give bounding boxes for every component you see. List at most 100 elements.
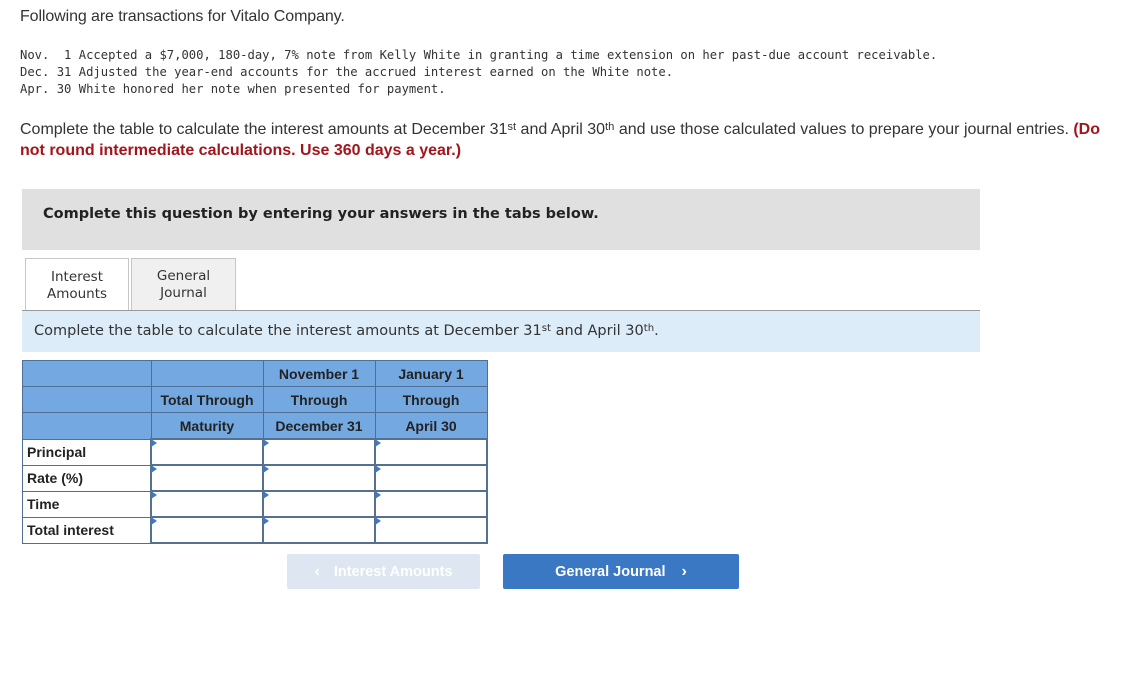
input-marker-icon (263, 491, 269, 499)
header-row: Maturity December 31 April 30 (22, 412, 488, 440)
header-cell: December 31 (262, 412, 376, 440)
row-label: Time (22, 490, 152, 518)
intro-text: Following are transactions for Vitalo Co… (20, 8, 345, 25)
instructions-text: and April 30 (516, 121, 606, 138)
principal-nov-dec-input-cell[interactable] (262, 438, 376, 466)
time-total-input-cell[interactable] (150, 490, 264, 518)
rate-total-input[interactable] (152, 466, 262, 490)
rate-total-input-cell[interactable] (150, 464, 264, 492)
next-tab-button[interactable]: General Journal › (503, 554, 739, 589)
principal-total-input[interactable] (152, 440, 262, 464)
transaction-month: Dec. (20, 65, 50, 79)
interest-nov-dec-input[interactable] (264, 518, 374, 542)
transaction-day: 31 (56, 65, 72, 79)
next-tab-button-label: General Journal (555, 563, 666, 580)
transaction-day: 30 (56, 82, 72, 96)
instructions-text: Complete the table to calculate the inte… (20, 121, 508, 138)
transaction-month: Nov. (20, 48, 50, 62)
header-cell: Total Through (150, 386, 264, 413)
header-cell: January 1 (374, 360, 488, 387)
header-row: November 1 January 1 (22, 360, 488, 387)
tab-label: Journal (160, 284, 207, 301)
ordinal-suffix: th (605, 121, 615, 134)
input-marker-icon (151, 517, 157, 525)
principal-jan-apr-input[interactable] (376, 440, 486, 464)
tab-label: Interest (50, 268, 104, 285)
transaction-day: 1 (56, 48, 72, 62)
rate-jan-apr-input-cell[interactable] (374, 464, 488, 492)
transaction-text: Adjusted the year-end accounts for the a… (78, 65, 674, 79)
ordinal-suffix: st (507, 121, 517, 134)
chevron-left-icon: ‹ (314, 562, 320, 580)
transaction-row: Dec. 31 Adjusted the year-end accounts f… (20, 64, 937, 81)
time-nov-dec-input[interactable] (264, 492, 374, 516)
time-nov-dec-input-cell[interactable] (262, 490, 376, 518)
time-total-input[interactable] (152, 492, 262, 516)
transaction-text: Accepted a $7,000, 180-day, 7% note from… (78, 48, 938, 62)
interest-total-input[interactable] (152, 518, 262, 542)
row-label: Rate (%) (22, 464, 152, 492)
tab-interest-amounts[interactable]: Interest Amounts (25, 258, 129, 312)
transaction-row: Nov. 1 Accepted a $7,000, 180-day, 7% no… (20, 47, 937, 64)
interest-jan-apr-input-cell[interactable] (374, 516, 488, 544)
input-marker-icon (375, 491, 381, 499)
transaction-month: Apr. (20, 82, 50, 96)
header-cell (22, 386, 152, 413)
instructions: Complete the table to calculate the inte… (20, 119, 1100, 161)
header-cell (22, 360, 152, 387)
tab-label: Amounts (46, 285, 108, 302)
ordinal-suffix: st (541, 323, 552, 335)
table-row-principal: Principal (22, 438, 488, 466)
tab-label: General (156, 267, 211, 284)
principal-total-input-cell[interactable] (150, 438, 264, 466)
rate-jan-apr-input[interactable] (376, 466, 486, 490)
rate-nov-dec-input-cell[interactable] (262, 464, 376, 492)
input-marker-icon (151, 465, 157, 473)
row-label: Principal (22, 438, 152, 466)
header-cell: April 30 (374, 412, 488, 440)
input-marker-icon (375, 439, 381, 447)
header-cell (22, 412, 152, 440)
interest-nov-dec-input-cell[interactable] (262, 516, 376, 544)
header-row: Total Through Through Through (22, 386, 488, 413)
interest-total-input-cell[interactable] (150, 516, 264, 544)
table-row-rate: Rate (%) (22, 464, 488, 492)
principal-jan-apr-input-cell[interactable] (374, 438, 488, 466)
input-marker-icon (375, 517, 381, 525)
table-row-time: Time (22, 490, 488, 518)
row-label: Total interest (22, 516, 152, 544)
instructions-text: and use those calculated values to prepa… (614, 121, 1074, 138)
prev-tab-button[interactable]: ‹ Interest Amounts (287, 554, 480, 589)
ordinal-suffix: th (643, 323, 655, 335)
input-marker-icon (151, 491, 157, 499)
transactions-list: Nov. 1 Accepted a $7,000, 180-day, 7% no… (20, 47, 937, 98)
input-marker-icon (263, 465, 269, 473)
input-marker-icon (263, 439, 269, 447)
interest-table: November 1 January 1 Total Through Throu… (22, 360, 488, 544)
question-box: Complete this question by entering your … (22, 189, 980, 250)
transaction-row: Apr. 30 White honored her note when pres… (20, 81, 937, 98)
question-box-text: Complete this question by entering your … (43, 206, 599, 222)
header-cell (150, 360, 264, 387)
tab-general-journal[interactable]: General Journal (131, 258, 236, 310)
time-jan-apr-input[interactable] (376, 492, 486, 516)
header-cell: Through (262, 386, 376, 413)
table-row-total-interest: Total interest (22, 516, 488, 544)
header-cell: Through (374, 386, 488, 413)
input-marker-icon (151, 439, 157, 447)
input-marker-icon (263, 517, 269, 525)
transaction-text: White honored her note when presented fo… (78, 82, 446, 96)
input-marker-icon (375, 465, 381, 473)
prev-tab-button-label: Interest Amounts (333, 563, 453, 580)
time-jan-apr-input-cell[interactable] (374, 490, 488, 518)
chevron-right-icon: › (681, 562, 687, 580)
header-cell: November 1 (262, 360, 376, 387)
principal-nov-dec-input[interactable] (264, 440, 374, 464)
tab-instruction-text: . (654, 323, 659, 339)
header-cell: Maturity (150, 412, 264, 440)
tab-instruction-text: Complete the table to calculate the inte… (34, 323, 542, 339)
rate-nov-dec-input[interactable] (264, 466, 374, 490)
tab-instruction-text: and April 30 (551, 323, 644, 339)
tab-instruction: Complete the table to calculate the inte… (22, 311, 980, 352)
interest-jan-apr-input[interactable] (376, 518, 486, 542)
